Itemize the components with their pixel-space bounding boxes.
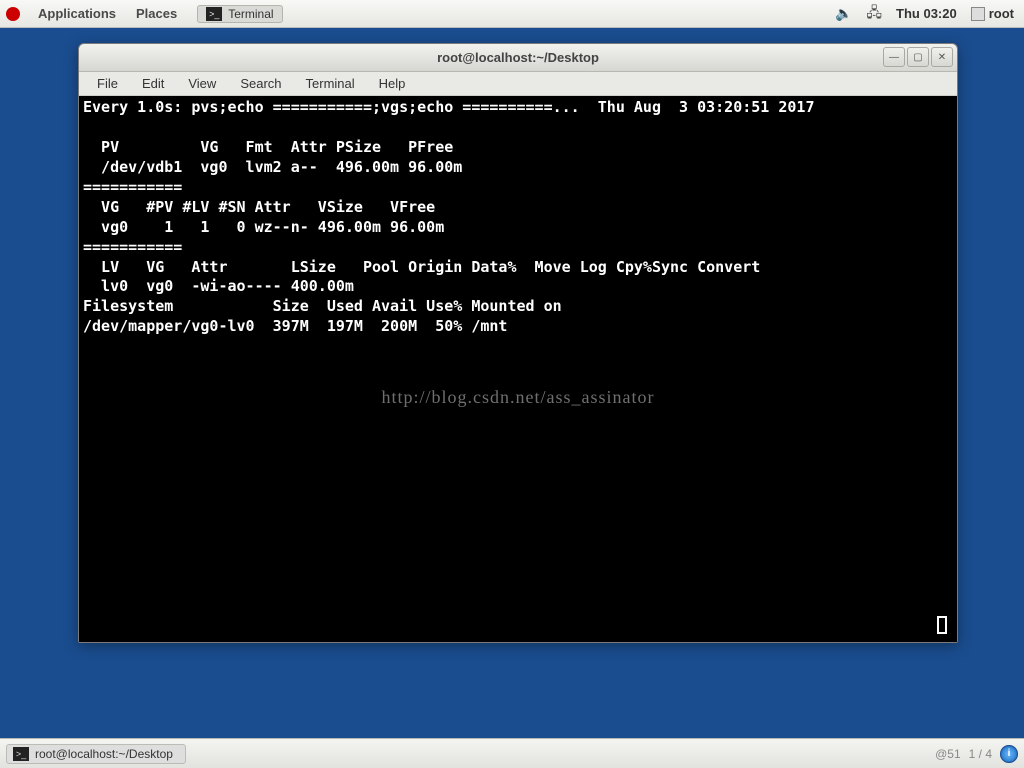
cursor-icon [937, 616, 947, 634]
places-menu[interactable]: Places [126, 0, 187, 27]
taskbar-item-terminal[interactable]: >_ Terminal [197, 5, 282, 23]
volume-icon[interactable]: 🔈 [835, 5, 852, 22]
menu-view[interactable]: View [178, 74, 226, 93]
window-title: root@localhost:~/Desktop [79, 50, 957, 65]
applications-menu[interactable]: Applications [28, 0, 126, 27]
user-label: root [989, 6, 1014, 21]
terminal-window: root@localhost:~/Desktop — ▢ ✕ File Edit… [78, 43, 958, 643]
workspace-switcher-icon[interactable]: i [1000, 745, 1018, 763]
workspace-counter: 1 / 4 [969, 747, 992, 761]
close-button[interactable]: ✕ [931, 47, 953, 67]
menu-edit[interactable]: Edit [132, 74, 174, 93]
terminal-icon: >_ [13, 747, 29, 761]
annotation-text: @51 [935, 747, 961, 761]
clock[interactable]: Thu 03:20 [896, 6, 957, 21]
menu-terminal[interactable]: Terminal [296, 74, 365, 93]
titlebar[interactable]: root@localhost:~/Desktop — ▢ ✕ [79, 44, 957, 72]
avatar-icon [971, 7, 985, 21]
bottom-panel: >_ root@localhost:~/Desktop @51 1 / 4 i [0, 738, 1024, 768]
terminal-icon: >_ [206, 7, 222, 21]
top-panel: Applications Places >_ Terminal 🔈 🖧 Thu … [0, 0, 1024, 28]
maximize-button[interactable]: ▢ [907, 47, 929, 67]
network-icon[interactable]: 🖧 [866, 2, 882, 26]
taskbar-item-label: Terminal [228, 7, 273, 21]
taskbar-task-terminal[interactable]: >_ root@localhost:~/Desktop [6, 744, 186, 764]
system-tray: 🔈 🖧 Thu 03:20 root [835, 2, 1018, 26]
menubar: File Edit View Search Terminal Help [79, 72, 957, 96]
distro-logo-icon[interactable] [6, 7, 20, 21]
minimize-button[interactable]: — [883, 47, 905, 67]
user-menu[interactable]: root [971, 6, 1014, 21]
window-controls: — ▢ ✕ [883, 47, 953, 67]
terminal-content[interactable]: Every 1.0s: pvs;echo ===========;vgs;ech… [79, 96, 957, 642]
menu-file[interactable]: File [87, 74, 128, 93]
taskbar-task-label: root@localhost:~/Desktop [35, 747, 173, 761]
watermark-text: http://blog.csdn.net/ass_assinator [382, 386, 655, 410]
menu-help[interactable]: Help [369, 74, 416, 93]
menu-search[interactable]: Search [230, 74, 291, 93]
